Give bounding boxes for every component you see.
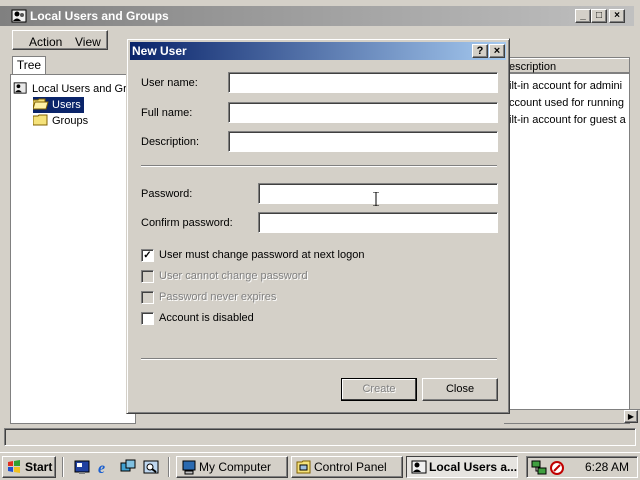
show-desktop-icon[interactable] xyxy=(74,459,90,475)
dialog-title-bar[interactable]: New User ? × xyxy=(130,42,506,60)
password-never-expires-label: Password never expires xyxy=(159,291,277,303)
main-close-button[interactable]: × xyxy=(609,9,625,23)
clock[interactable]: 6:28 AM xyxy=(585,460,629,474)
new-user-dialog: New User ? × User name: Full name: Descr… xyxy=(126,38,510,414)
internet-explorer-icon[interactable]: e xyxy=(97,459,113,475)
control-panel-icon xyxy=(296,460,311,474)
create-button[interactable]: Create xyxy=(341,378,417,401)
user-name-label: User name: xyxy=(141,77,198,89)
scroll-right-arrow-icon[interactable]: ▶ xyxy=(624,410,638,423)
status-bar xyxy=(4,428,636,446)
system-tray: 6:28 AM xyxy=(526,456,638,478)
must-change-password-checkbox[interactable]: ✓ xyxy=(141,249,154,262)
tree-users-label: Users xyxy=(52,99,81,111)
tree-item-users[interactable]: Users xyxy=(33,97,84,113)
users-app-icon xyxy=(11,9,27,23)
task-label: Control Panel xyxy=(314,460,387,474)
network-icon[interactable] xyxy=(531,460,547,476)
close-button[interactable]: Close xyxy=(422,378,498,401)
account-disabled-checkbox[interactable] xyxy=(141,312,154,325)
list-item[interactable]: ilt-in account for admini xyxy=(509,80,622,92)
help-button[interactable]: ? xyxy=(472,44,488,58)
must-change-password-label: User must change password at next logon xyxy=(159,249,365,261)
main-window-title: Local Users and Groups xyxy=(30,9,169,23)
menu-view[interactable]: View xyxy=(75,35,101,49)
task-local-users[interactable]: Local Users a... xyxy=(406,456,518,478)
tree-groups-label: Groups xyxy=(52,115,89,127)
list-item[interactable]: ccount used for running xyxy=(509,97,624,109)
maximize-button[interactable]: □ xyxy=(591,9,607,23)
explorer-icon[interactable] xyxy=(120,459,136,475)
quicklaunch-divider xyxy=(62,457,64,477)
tree-item-root[interactable]: Local Users and Grou xyxy=(13,81,139,97)
my-computer-icon xyxy=(182,460,196,475)
windows-logo-icon xyxy=(8,460,20,473)
column-header-description[interactable]: escription xyxy=(505,58,629,74)
menu-bar: Action View xyxy=(12,30,108,50)
task-label: Local Users a... xyxy=(429,460,518,474)
task-control-panel[interactable]: Control Panel xyxy=(291,456,403,478)
description-label: Description: xyxy=(141,136,200,148)
list-item[interactable]: ilt-in account for guest a xyxy=(509,114,626,126)
cannot-change-password-checkbox xyxy=(141,270,154,283)
users-app-icon xyxy=(411,460,427,474)
main-title-bar[interactable]: Local Users and Groups _ □ × xyxy=(0,6,634,26)
start-button[interactable]: Start xyxy=(2,456,56,478)
user-name-input[interactable] xyxy=(228,72,498,93)
password-never-expires-checkbox xyxy=(141,291,154,304)
separator-bottom xyxy=(141,358,497,360)
cannot-change-password-label: User cannot change password xyxy=(159,270,308,282)
tasks-divider xyxy=(168,457,170,477)
taskbar: Start e My Computer Control Panel Local … xyxy=(0,452,640,480)
tree-root-label: Local Users and Grou xyxy=(32,83,139,95)
folder-icon xyxy=(33,114,48,126)
svg-text:e: e xyxy=(98,460,105,475)
dialog-title: New User xyxy=(132,44,187,58)
minimize-button[interactable]: _ xyxy=(575,9,591,23)
password-label: Password: xyxy=(141,188,193,200)
confirm-password-label: Confirm password: xyxy=(141,217,233,229)
dialog-close-icon[interactable]: × xyxy=(489,44,505,58)
task-label: My Computer xyxy=(199,460,272,474)
account-disabled-label: Account is disabled xyxy=(159,312,254,324)
tree-item-groups[interactable]: Groups xyxy=(33,113,88,129)
description-input[interactable] xyxy=(228,131,498,152)
details-list-pane: escription ilt-in account for admini cco… xyxy=(504,57,630,424)
full-name-label: Full name: xyxy=(141,107,193,119)
security-icon[interactable] xyxy=(549,460,565,476)
search-icon[interactable] xyxy=(143,459,159,475)
users-groups-icon xyxy=(13,82,27,94)
full-name-input[interactable] xyxy=(228,102,498,123)
start-label: Start xyxy=(25,460,53,474)
tree-pane: Local Users and Grou Users Groups xyxy=(10,74,139,424)
text-cursor-icon xyxy=(373,192,379,206)
tab-tree[interactable]: Tree xyxy=(12,56,46,75)
separator-top xyxy=(141,165,497,167)
menu-action[interactable]: Action xyxy=(29,35,62,49)
confirm-password-field[interactable] xyxy=(258,212,498,233)
folder-open-icon xyxy=(33,98,49,110)
task-my-computer[interactable]: My Computer xyxy=(176,456,288,478)
